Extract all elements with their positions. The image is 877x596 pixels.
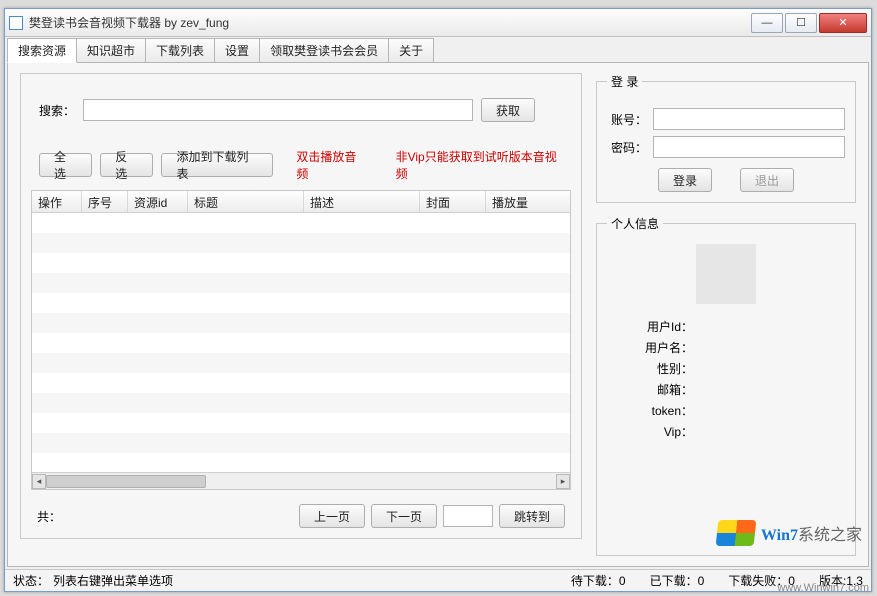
scroll-left-icon[interactable]: ◂	[32, 474, 46, 489]
tab-get-membership[interactable]: 领取樊登读书会会员	[259, 38, 389, 63]
table-header: 操作 序号 资源id 标题 描述 封面 播放量	[32, 191, 570, 213]
login-button[interactable]: 登录	[658, 168, 712, 192]
minimize-button[interactable]: —	[751, 13, 783, 33]
scroll-right-icon[interactable]: ▸	[556, 474, 570, 489]
statusbar: 状态： 列表右键弹出菜单选项 待下载：0 已下载：0 下载失败：0 版本:1.3	[5, 569, 871, 591]
sex-label: 性别：	[607, 360, 697, 377]
next-page-button[interactable]: 下一页	[371, 504, 437, 528]
goto-page-input[interactable]	[443, 505, 493, 527]
profile-lines: 用户Id： 用户名： 性别： 邮箱： token： Vip：	[607, 314, 845, 444]
window-buttons: — ☐ ✕	[749, 13, 867, 33]
logout-button[interactable]: 退出	[740, 168, 794, 192]
close-button[interactable]: ✕	[819, 13, 867, 33]
tip-double-click: 双击播放音频	[296, 148, 366, 182]
results-table: 操作 序号 资源id 标题 描述 封面 播放量 ◂ ▸	[31, 190, 571, 490]
add-to-download-button[interactable]: 添加到下载列表	[161, 153, 272, 177]
prev-page-button[interactable]: 上一页	[299, 504, 365, 528]
tip-non-vip: 非Vip只能获取到试听版本音视频	[396, 148, 563, 182]
tabstrip: 搜索资源 知识超市 下载列表 设置 领取樊登读书会会员 关于	[5, 37, 871, 62]
titlebar: 樊登读书会音视频下载器 by zev_fung — ☐ ✕	[5, 9, 871, 37]
password-input[interactable]	[653, 136, 845, 158]
table-body[interactable]	[32, 213, 570, 472]
login-legend: 登 录	[607, 73, 642, 90]
horizontal-scrollbar[interactable]: ◂ ▸	[32, 472, 570, 489]
scroll-thumb[interactable]	[46, 475, 206, 488]
mail-label: 邮箱：	[607, 381, 697, 398]
vip-label: Vip：	[607, 423, 697, 440]
uname-label: 用户名：	[607, 339, 697, 356]
search-label: 搜索：	[39, 102, 75, 119]
token-label: token：	[607, 402, 697, 419]
password-label: 密码：	[607, 139, 647, 156]
app-icon	[9, 16, 23, 30]
tab-about[interactable]: 关于	[388, 38, 434, 63]
pager-row: 共： 上一页 下一页 跳转到	[31, 490, 571, 532]
fetch-button[interactable]: 获取	[481, 98, 535, 122]
left-pane: 搜索： 获取 全选 反选 添加到下载列表 双击播放音频 非Vip只能获取到试听版…	[18, 73, 584, 556]
col-index[interactable]: 序号	[82, 191, 128, 212]
tab-settings[interactable]: 设置	[214, 38, 260, 63]
tab-download-list[interactable]: 下载列表	[145, 38, 215, 63]
maximize-button[interactable]: ☐	[785, 13, 817, 33]
account-label: 账号：	[607, 111, 647, 128]
search-input[interactable]	[83, 99, 473, 121]
total-label: 共：	[37, 508, 61, 525]
status-text: 列表右键弹出菜单选项	[53, 572, 173, 589]
search-panel: 搜索： 获取 全选 反选 添加到下载列表 双击播放音频 非Vip只能获取到试听版…	[20, 73, 582, 539]
search-row: 搜索： 获取	[31, 86, 571, 126]
login-panel: 登 录 账号： 密码： 登录 退出	[596, 73, 856, 203]
col-desc[interactable]: 描述	[304, 191, 420, 212]
profile-legend: 个人信息	[607, 215, 663, 232]
profile-panel: 个人信息 用户Id： 用户名： 性别： 邮箱： token： Vip：	[596, 215, 856, 556]
status-label: 状态：	[13, 572, 49, 589]
avatar	[696, 244, 756, 304]
tab-body: 搜索： 获取 全选 反选 添加到下载列表 双击播放音频 非Vip只能获取到试听版…	[7, 62, 869, 567]
col-cover[interactable]: 封面	[420, 191, 486, 212]
invert-select-button[interactable]: 反选	[100, 153, 153, 177]
col-title[interactable]: 标题	[188, 191, 304, 212]
watermark-url: www.Winwin7.com	[777, 582, 869, 594]
col-action[interactable]: 操作	[32, 191, 82, 212]
window-title: 樊登读书会音视频下载器 by zev_fung	[29, 14, 229, 31]
app-window: 樊登读书会音视频下载器 by zev_fung — ☐ ✕ 搜索资源 知识超市 …	[4, 8, 872, 592]
col-resid[interactable]: 资源id	[128, 191, 188, 212]
account-input[interactable]	[653, 108, 845, 130]
tab-knowledge-market[interactable]: 知识超市	[76, 38, 146, 63]
goto-page-button[interactable]: 跳转到	[499, 504, 565, 528]
action-row: 全选 反选 添加到下载列表 双击播放音频 非Vip只能获取到试听版本音视频	[31, 126, 571, 190]
status-done: 已下载：0	[650, 572, 705, 589]
tab-search-resources[interactable]: 搜索资源	[7, 38, 77, 63]
col-plays[interactable]: 播放量	[486, 191, 546, 212]
right-pane: 登 录 账号： 密码： 登录 退出 个人信息	[594, 73, 858, 556]
select-all-button[interactable]: 全选	[39, 153, 92, 177]
status-pending: 待下载：0	[571, 572, 626, 589]
uid-label: 用户Id：	[607, 318, 697, 335]
